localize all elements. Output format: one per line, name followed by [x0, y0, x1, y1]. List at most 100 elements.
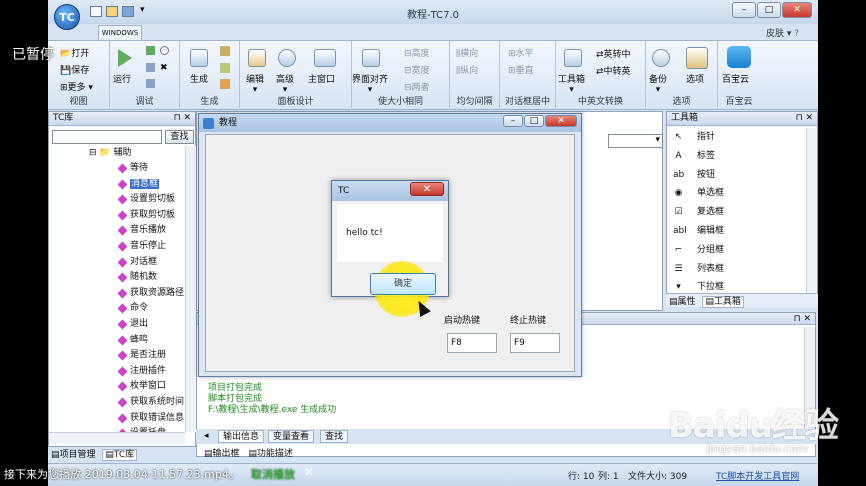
backup-icon[interactable] [652, 49, 670, 67]
tab-variable-view[interactable]: 变量查看 [268, 430, 315, 443]
tab-toolbox[interactable]: ▤工具箱 [702, 296, 744, 308]
tab-project-manager[interactable]: ▤项目管理 [51, 450, 96, 460]
toolbox-item[interactable]: ☰ 列表框 [667, 260, 817, 279]
baidu-cloud-button[interactable]: 百宝云 [722, 72, 749, 85]
skin-menu[interactable]: 皮肤 ▾ ? [766, 26, 799, 39]
cn-to-en-button[interactable]: ⇄中转英 [596, 64, 631, 77]
step-icon[interactable] [146, 46, 155, 55]
run-button[interactable]: 运行 [113, 72, 131, 85]
center-horizontal-button[interactable]: ⊞水平 [508, 46, 534, 59]
tree-item[interactable]: 设置剪切板 [49, 192, 185, 208]
close-button[interactable]: ✕ [782, 2, 812, 18]
space-vertical-button[interactable]: ⫼纵向 [456, 63, 478, 76]
tutorial-maximize-button[interactable]: □ [524, 115, 544, 127]
toolbox-item[interactable]: ⌐ 分组框 [667, 241, 817, 260]
toolbox-item[interactable]: ↖ 指针 [667, 128, 817, 147]
breakpoint-icon[interactable] [160, 46, 169, 55]
help-icon[interactable]: ? [794, 29, 799, 39]
tree-item[interactable]: 获取系统时间 [49, 395, 185, 411]
stop-hotkey-input[interactable]: F9 [510, 333, 560, 353]
save-button[interactable]: 💾保存 [60, 63, 89, 76]
tree-item[interactable]: 退出 [49, 317, 185, 333]
advanced-icon[interactable] [278, 49, 296, 67]
app-orb-button[interactable]: TC [54, 4, 80, 30]
tree-item[interactable]: 是否注册 [49, 348, 185, 364]
pack-icon[interactable] [220, 63, 230, 73]
tree-item[interactable]: 注册插件 [49, 364, 185, 380]
main-window-button[interactable]: 主窗口 [308, 72, 335, 85]
status-official-link[interactable]: TC脚本开发工具官网 [716, 469, 799, 482]
tab-output-box[interactable]: ▤输出框 [204, 449, 240, 459]
tutorial-minimize-button[interactable]: – [503, 115, 523, 127]
tab-function-desc[interactable]: ▤功能描述 [248, 449, 293, 459]
stop-icon[interactable]: ✖ [160, 63, 168, 73]
search-button[interactable]: 查找 [165, 130, 194, 144]
message-box[interactable]: TC ✕ hello tc! 确定 [331, 180, 449, 317]
ok-button[interactable]: 确定 [370, 273, 436, 295]
toolbox-item[interactable]: A 标签 [667, 147, 817, 166]
tab-properties[interactable]: ▤属性 [669, 297, 696, 307]
build-icon[interactable] [190, 49, 208, 67]
tutorial-close-button[interactable]: ✕ [545, 115, 577, 127]
output-tabs-arrow-icon[interactable]: ◂ [204, 431, 209, 441]
tree-item[interactable]: 随机数 [49, 270, 185, 286]
tab-output-info[interactable]: 输出信息 [218, 430, 265, 443]
step-over-icon[interactable] [146, 63, 155, 72]
tree-item[interactable]: 命令 [49, 301, 185, 317]
search-input[interactable] [52, 130, 162, 144]
space-horizontal-button[interactable]: ⫼横向 [456, 46, 478, 59]
advanced-button[interactable]: 高级 ▾ [276, 72, 294, 95]
toolbox-scrollbar[interactable] [806, 128, 817, 294]
tree-item[interactable]: 音乐播放 [49, 223, 185, 239]
edit-button[interactable]: 编辑 ▾ [246, 72, 264, 95]
restore-button[interactable]: □ [757, 2, 781, 18]
tree-item[interactable]: 蜂鸣 [49, 333, 185, 349]
same-height-button[interactable]: ⊟高度 [404, 46, 430, 59]
interface-align-button[interactable]: 界面对齐 ▾ [352, 72, 388, 95]
toolbox-item[interactable]: ☑ 复选框 [667, 203, 817, 222]
toolbox-item[interactable]: abl 编辑框 [667, 222, 817, 241]
settings-icon[interactable] [220, 46, 230, 56]
tree-item[interactable]: 音乐停止 [49, 239, 185, 255]
center-vertical-button[interactable]: ⊞垂直 [508, 63, 534, 76]
tree-horizontal-scrollbar[interactable] [49, 432, 185, 444]
tab-find[interactable]: 查找 [320, 430, 349, 443]
backup-button[interactable]: 备份 ▾ [649, 72, 667, 95]
toolbox-item[interactable]: ◉ 单选框 [667, 184, 817, 203]
toolbox-button[interactable]: 工具箱 ▾ [558, 72, 585, 95]
export-icon[interactable] [220, 79, 230, 89]
step-out-icon[interactable] [146, 79, 155, 88]
tab-tc-library[interactable]: ▤TC库 [102, 449, 138, 461]
pin-icon[interactable]: ⊓ ✕ [174, 112, 191, 125]
tree-root-item[interactable]: ⊟ 📁 辅助 [49, 146, 185, 161]
start-hotkey-input[interactable]: F8 [447, 333, 497, 353]
toolbox-icon[interactable] [564, 49, 582, 67]
interface-align-icon[interactable] [362, 49, 380, 67]
message-box-close-button[interactable]: ✕ [410, 182, 444, 196]
tree-item[interactable]: 获取剪切板 [49, 208, 185, 224]
main-window-icon[interactable] [314, 49, 336, 67]
tree-item[interactable]: 获取错误信息 [49, 411, 185, 427]
tree-vertical-scrollbar[interactable] [185, 146, 196, 432]
tree-item[interactable]: 消息框 [49, 177, 185, 193]
run-icon[interactable] [118, 49, 132, 67]
same-both-button[interactable]: ⊟两者 [404, 80, 430, 93]
en-to-cn-button[interactable]: ⇄英转中 [596, 47, 631, 60]
options-button[interactable]: 选项 [686, 72, 704, 85]
open-button[interactable]: 📂打开 [60, 46, 89, 59]
close-notice-icon[interactable]: ✕ [304, 465, 314, 479]
tree-item[interactable]: 枚举窗口 [49, 379, 185, 395]
toolbox-item[interactable]: ab 按钮 [667, 166, 817, 185]
tree-item[interactable]: 等待 [49, 161, 185, 177]
toolbox-pin-icon[interactable]: ⊓ ✕ [796, 112, 813, 125]
event-combo[interactable]: ▾ [608, 134, 663, 148]
cancel-next-play-link[interactable]: 取消播放 [251, 466, 295, 482]
same-width-button[interactable]: ⊟宽度 [404, 63, 430, 76]
tree-item[interactable]: 对话框 [49, 255, 185, 271]
tab-windows[interactable]: WINDOWS [98, 25, 142, 40]
edit-icon[interactable] [248, 49, 266, 67]
options-icon[interactable] [686, 47, 708, 69]
minimize-button[interactable]: – [732, 2, 756, 18]
more-button[interactable]: ⊞更多 ▾ [60, 80, 93, 93]
cloud-icon[interactable] [727, 46, 751, 68]
